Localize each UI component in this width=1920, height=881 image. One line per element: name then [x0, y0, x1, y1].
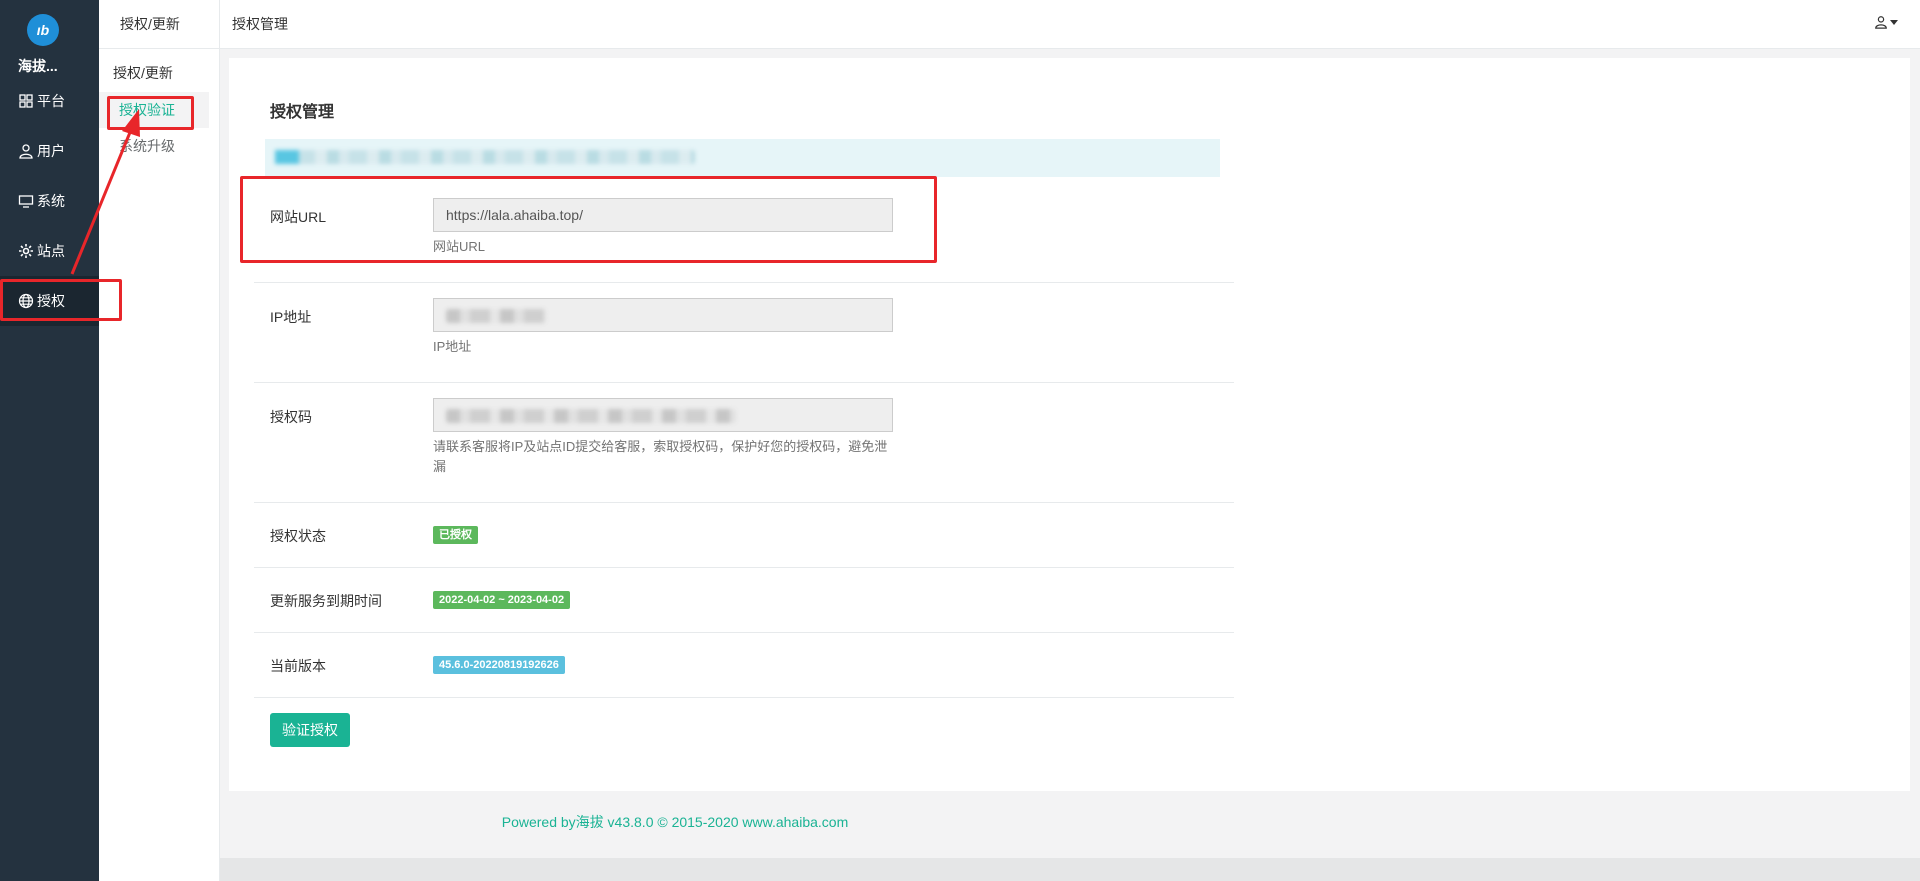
redacted-ip	[446, 309, 546, 324]
divider	[254, 382, 1234, 383]
divider	[254, 502, 1234, 503]
license-code-hint: 请联系客服将IP及站点ID提交给客服，索取授权码，保护好您的授权码，避免泄漏	[433, 439, 888, 474]
license-status-label: 授权状态	[270, 528, 326, 544]
ip-hint: IP地址	[433, 339, 472, 354]
annotation-arrow	[70, 109, 140, 275]
redacted-license-code	[446, 409, 736, 424]
license-panel: 授权管理 网站URL https://lala.ahaiba.top/ 网站UR…	[229, 58, 1910, 791]
top-bar: 授权管理	[220, 0, 1920, 49]
highlight-box-url	[240, 176, 937, 263]
page-title: 授权管理	[232, 16, 288, 32]
user-menu[interactable]	[1874, 15, 1898, 29]
ip-label: IP地址	[270, 309, 312, 325]
license-code-field[interactable]	[433, 398, 893, 432]
ip-field[interactable]	[433, 298, 893, 332]
divider	[254, 632, 1234, 633]
divider	[254, 567, 1234, 568]
license-status-badge: 已授权	[433, 526, 478, 544]
footer-text: Powered by海拔 v43.8.0 © 2015-2020 www.aha…	[501, 814, 849, 830]
license-code-label: 授权码	[270, 409, 312, 425]
current-version-label: 当前版本	[270, 658, 326, 674]
service-expiry-label: 更新服务到期时间	[270, 593, 382, 609]
footer: Powered by海拔 v43.8.0 © 2015-2020 www.aha…	[220, 812, 1920, 832]
verify-license-button[interactable]: 验证授权	[270, 713, 350, 747]
user-dropdown-icon	[1875, 16, 1887, 29]
divider	[254, 697, 1234, 698]
service-expiry-badge: 2022-04-02 ~ 2023-04-02	[433, 591, 571, 609]
divider	[254, 282, 1234, 283]
current-version-badge: 45.6.0-20220819192626	[433, 656, 565, 674]
caret-down-icon	[1890, 20, 1898, 25]
bottom-strip	[220, 858, 1920, 881]
panel-title: 授权管理	[270, 104, 335, 121]
info-alert	[265, 139, 1220, 177]
redacted-info	[275, 150, 695, 164]
